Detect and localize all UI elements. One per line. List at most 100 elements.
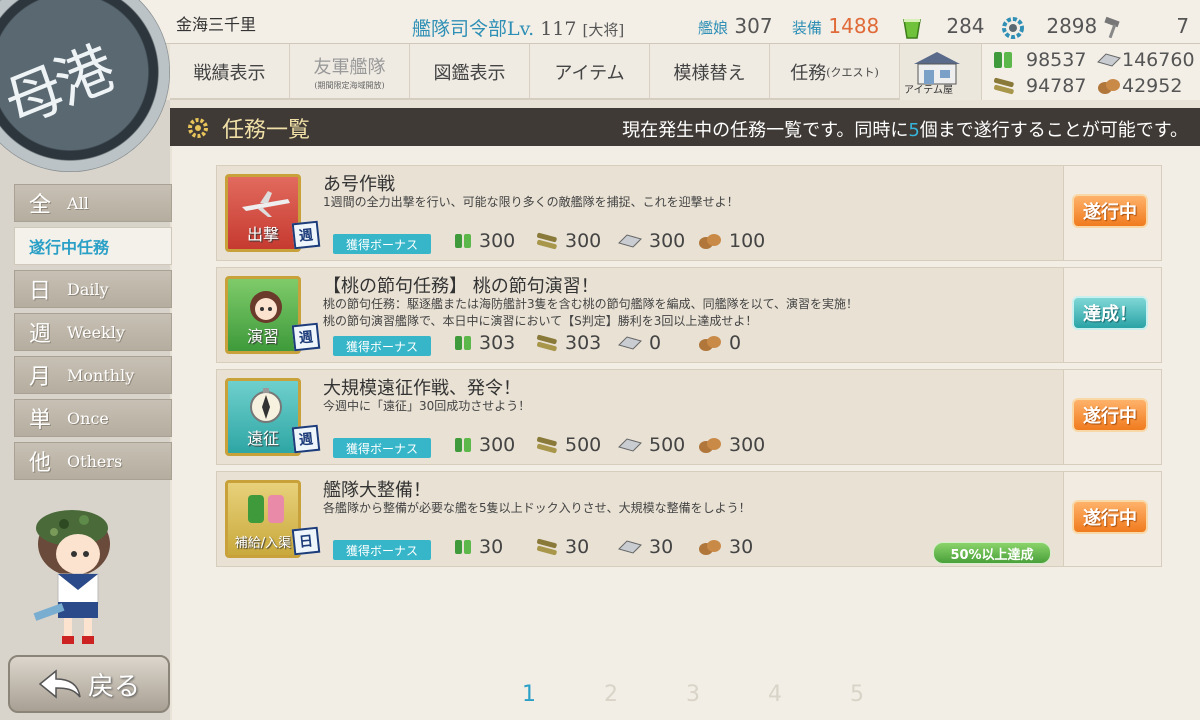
note-post: 個まで遂行することが可能です。 [919,120,1188,141]
page-1-button[interactable]: 1 [522,682,536,707]
frequency-tag: 週 [291,322,321,352]
quest-body: 補給/入渠 日 艦隊大整備！ 各艦隊から整備が必要な艦を5隻以上ドック入りさせ、… [217,472,1063,566]
devmat-value: 2898 [1046,14,1098,38]
filter-label: Others [67,451,123,471]
filter-kanji: 月 [29,365,52,390]
filter-daily[interactable]: 日 Daily [14,270,172,308]
fuel-value: 98537 [1026,49,1087,71]
top-status-bar: 金海三千里 艦隊司令部Lv. 117 [大将] 艦娘 307 装備 1488 2… [0,0,1200,44]
filter-label: Weekly [67,322,125,342]
category-label: 出撃 [246,225,279,244]
steel-value: 146760 [1122,49,1195,71]
reward-bauxite: 100 [697,230,765,252]
status-in-progress-button[interactable]: 遂行中 [1072,194,1148,228]
desc-line: 各艦隊から整備が必要な艦を5隻以上ドック入りさせ、大規模な整備をしよう！ [323,501,751,515]
bucket-value: 284 [946,14,985,38]
note-num: 5 [908,120,920,141]
quest-description: 1週間の全力出撃を行い、可能な限り多くの敵艦隊を捕捉、これを迎撃せよ！ [323,194,739,211]
reward-value: 300 [729,434,766,456]
bauxite-icon [699,540,721,555]
ship-count: 艦娘 307 [698,14,773,38]
fuel-icon [455,438,471,452]
steel-icon [618,438,642,452]
quest-description: 各艦隊から整備が必要な艦を5隻以上ドック入りさせ、大規模な整備をしよう！ [323,500,751,517]
status-column: 遂行中 [1063,472,1161,566]
dev-material-icon [1002,16,1024,39]
filter-label: Daily [67,279,109,299]
desc-line: 1週間の全力出撃を行い、可能な限り多くの敵艦隊を捕捉、これを迎撃せよ！ [323,195,739,209]
status-column: 遂行中 [1063,166,1161,260]
nav-label: アイテム [554,63,625,84]
ammo-icon [994,77,1014,95]
frequency-tag: 日 [291,526,321,556]
filter-weekly[interactable]: 週 Weekly [14,313,172,351]
quest-row[interactable]: 補給/入渠 日 艦隊大整備！ 各艦隊から整備が必要な艦を5隻以上ドック入りさせ、… [216,471,1162,567]
category-label: 遠征 [246,429,279,448]
nav-quests[interactable]: 任務 (クエスト) [770,44,900,100]
filter-label: All [67,193,89,213]
filter-kanji: 他 [29,451,52,476]
nav-label: 任務 [790,63,827,84]
admiral-name: 金海三千里 [176,15,257,34]
hq-level-value: 117 [540,18,577,40]
page-4-button[interactable]: 4 [768,682,782,707]
ammo-icon [537,538,557,556]
filter-monthly[interactable]: 月 Monthly [14,356,172,394]
nav-encyclopedia[interactable]: 図鑑表示 [410,44,530,100]
category-label: 補給/入渠 [234,536,292,551]
desc-line: 今週中に「遠征」30回成功させよう！ [323,399,531,413]
bauxite-icon [1098,79,1120,94]
nav-furniture[interactable]: 模様替え [650,44,770,100]
status-in-progress-button[interactable]: 遂行中 [1072,398,1148,432]
reward-value: 300 [565,230,602,252]
quest-row[interactable]: 演習 週 【桃の節句任務】 桃の節句演習！ 桃の節句任務：駆逐艦または海防艦計3… [216,267,1162,363]
filter-in-progress[interactable]: 遂行中任務 [14,227,172,265]
quest-description: 桃の節句任務：駆逐艦または海防艦計3隻を含む桃の節句艦隊を編成、同艦隊を以て、演… [323,296,858,330]
reward-value: 30 [565,536,590,558]
fuel-icon [994,52,1012,68]
nav-label: 友軍艦隊 [313,57,386,78]
reward-bauxite: 0 [697,332,741,354]
nav-items[interactable]: アイテム [530,44,650,100]
page-title: 任務一覧 [222,118,311,143]
status-column: 遂行中 [1063,370,1161,464]
fuel-icon [455,540,471,554]
reward-ammo: 303 [535,332,601,354]
reward-value: 30 [479,536,504,558]
filter-label: Monthly [67,365,135,385]
filter-once[interactable]: 単 Once [14,399,172,437]
bonus-badge: 獲得ボーナス [333,540,431,560]
status-completed-button[interactable]: 達成！ [1072,296,1148,330]
filter-others[interactable]: 他 Others [14,442,172,480]
nav-friend-fleet[interactable]: 友軍艦隊 (期間限定海域開放) [290,44,410,100]
quest-category-supply-repair: 補給/入渠 [225,480,301,558]
quest-row[interactable]: 出撃 週 あ号作戦 1週間の全力出撃を行い、可能な限り多くの敵艦隊を捕捉、これを… [216,165,1162,261]
bauxite-icon [699,438,721,453]
reward-value: 500 [565,434,602,456]
equip-value: 1488 [828,14,880,38]
bucket-count: 284 [902,14,985,39]
page-5-button[interactable]: 5 [850,682,864,707]
quest-row[interactable]: 遠征 週 大規模遠征作戦、発令！ 今週中に「遠征」30回成功させよう！ 獲得ボー… [216,369,1162,465]
secretary-ship-chibi [33,510,110,644]
item-shop-button[interactable]: アイテム屋 [900,44,982,100]
nav-sub-label: (期間限定海域開放) [314,81,385,90]
page-2-button[interactable]: 2 [604,682,618,707]
ammo-icon [537,334,557,352]
main-nav: 戦績表示 友軍艦隊 (期間限定海域開放) 図鑑表示 アイテム 模様替え 任務 (クエ… [170,44,900,100]
frequency-tag: 週 [291,220,321,250]
nav-label: 模様替え [673,63,746,84]
equip-label: 装備 [792,19,823,37]
page-3-button[interactable]: 3 [686,682,700,707]
back-button[interactable]: 戻る [8,655,170,713]
desc-line: 桃の節句任務：駆逐艦または海防艦計3隻を含む桃の節句艦隊を編成、同艦隊を以て、演… [323,297,859,311]
reward-value: 300 [479,434,516,456]
nav-small-label: (クエスト) [826,66,879,79]
filter-all[interactable]: 全 All [14,184,172,222]
steel-icon [618,234,642,248]
reward-bauxite: 30 [697,536,753,558]
nav-battle-record[interactable]: 戦績表示 [170,44,290,100]
status-in-progress-button[interactable]: 遂行中 [1072,500,1148,534]
nav-label: 戦績表示 [193,63,266,84]
quest-category-expedition: 遠征 [225,378,301,456]
